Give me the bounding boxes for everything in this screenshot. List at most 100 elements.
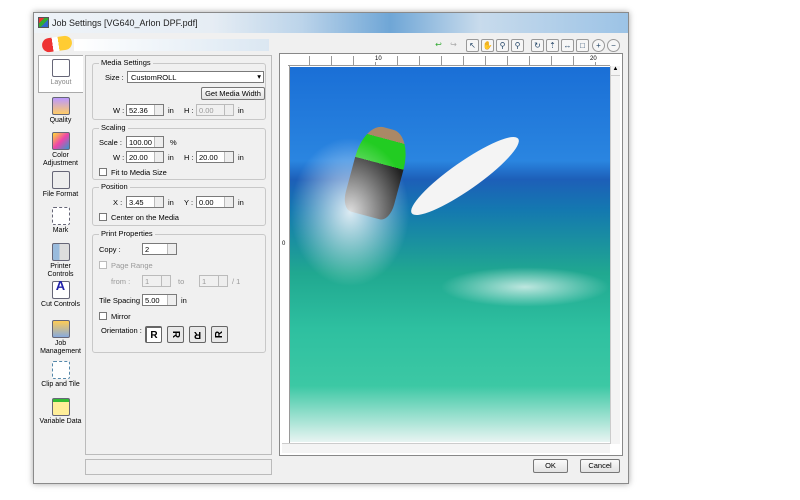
cut-controls-icon: A <box>51 279 70 299</box>
sidebar-item-mark[interactable]: Mark <box>38 207 83 235</box>
sidebar-label: Job Management <box>40 340 81 355</box>
height-label: H : <box>184 153 194 162</box>
page-range-checkbox[interactable] <box>99 261 107 269</box>
sidebar-label: Clip and Tile <box>41 381 80 388</box>
sidebar-item-printer-controls[interactable]: Printer Controls <box>38 243 83 279</box>
size-value: CustomROLL <box>131 73 177 82</box>
unit-label: in <box>181 296 187 305</box>
sidebar-item-job-management[interactable]: Job Management <box>38 320 83 356</box>
orientation-90-button[interactable]: R <box>167 326 184 343</box>
center-on-media-checkbox[interactable] <box>99 213 107 221</box>
surfboard <box>403 127 527 225</box>
y-label: Y : <box>184 198 194 207</box>
media-size-select[interactable]: CustomROLL ▾ <box>127 71 264 83</box>
position-y-input[interactable]: 0.00 <box>196 196 234 208</box>
print-properties-group: Print Properties Copy : 2 Page Range fro… <box>92 229 266 353</box>
layout-panel: Media Settings Size : CustomROLL ▾ Get Me… <box>85 55 272 455</box>
cancel-button[interactable]: Cancel <box>580 459 620 473</box>
unit-label: in <box>238 106 244 115</box>
sidebar-label: File Format <box>42 191 79 198</box>
vertical-scrollbar[interactable]: ▲ <box>610 66 620 444</box>
chevron-down-icon: ▾ <box>257 72 261 81</box>
settings-sidebar: Layout Quality Color Adjustment File For… <box>38 55 83 445</box>
media-width-input[interactable]: 52.36 <box>126 104 164 116</box>
position-x-input[interactable]: 3.45 <box>126 196 164 208</box>
fit-width-icon[interactable]: ↔ <box>561 39 574 52</box>
orientation-label: Orientation : <box>101 326 142 335</box>
left-ruler: 0 <box>282 66 290 444</box>
group-title: Scaling <box>99 123 128 132</box>
zoom-out-tool-icon[interactable]: ⚲ <box>511 39 524 52</box>
pan-hand-icon[interactable]: ✋ <box>481 39 494 52</box>
sidebar-label: Quality <box>49 117 72 124</box>
sidebar-item-cut-controls[interactable]: A Cut Controls <box>38 279 83 309</box>
preview-image-surfer[interactable] <box>290 67 610 442</box>
actual-size-icon[interactable]: □ <box>576 39 589 52</box>
scale-input[interactable]: 100.00 <box>126 136 164 148</box>
fit-page-icon[interactable]: ⇡ <box>546 39 559 52</box>
copy-input[interactable]: 2 <box>142 243 177 255</box>
undo-icon[interactable]: ↩ <box>432 39 445 52</box>
sidebar-item-quality[interactable]: Quality <box>38 97 83 125</box>
media-settings-group: Media Settings Size : CustomROLL ▾ Get Me… <box>92 58 266 120</box>
zoom-in-icon[interactable]: + <box>592 39 605 52</box>
center-label: Center on the Media <box>111 213 179 222</box>
size-label: Size : <box>105 73 124 82</box>
app-icon <box>38 17 49 28</box>
scaling-group: Scaling Scale : 100.00 % W : 20.00 in H … <box>92 123 266 180</box>
ruler-label: 20 <box>590 56 597 62</box>
x-label: X : <box>113 198 123 207</box>
ruler-label: 10 <box>375 56 382 62</box>
color-adjustment-icon <box>51 132 70 150</box>
clip-and-tile-icon <box>51 361 70 379</box>
zoom-out-icon[interactable]: − <box>607 39 620 52</box>
sidebar-item-layout[interactable]: Layout <box>38 55 83 93</box>
tile-spacing-input[interactable]: 5.00 <box>142 294 177 306</box>
redo-icon[interactable]: ↪ <box>447 39 460 52</box>
top-ruler: 10 20 <box>288 56 610 66</box>
sidebar-item-variable-data[interactable]: Variable Data <box>38 398 83 426</box>
page-range-label: Page Range <box>111 261 153 270</box>
get-media-width-button[interactable]: Get Media Width <box>201 87 265 100</box>
width-label: W : <box>113 153 125 162</box>
total-pages-label: / 1 <box>232 277 241 286</box>
ruler-label: 0 <box>282 241 286 247</box>
orientation-270-button[interactable]: R <box>211 326 228 343</box>
ok-button[interactable]: OK <box>533 459 568 473</box>
sidebar-label: Printer Controls <box>47 263 74 278</box>
preview-pane: 10 20 0 ▲ <box>279 53 623 456</box>
scale-width-input[interactable]: 20.00 <box>126 151 164 163</box>
scroll-up-icon[interactable]: ▲ <box>611 66 620 76</box>
from-input[interactable]: 1 <box>142 275 171 287</box>
group-title: Position <box>99 182 130 191</box>
status-bar <box>85 459 272 475</box>
logo-band <box>74 39 269 51</box>
printer-controls-icon <box>51 243 70 261</box>
tile-spacing-label: Tile Spacing : <box>99 296 145 305</box>
scale-label: Scale : <box>99 138 122 147</box>
zoom-in-tool-icon[interactable]: ⚲ <box>496 39 509 52</box>
pointer-icon[interactable]: ↖ <box>466 39 479 52</box>
mirror-checkbox[interactable] <box>99 312 107 320</box>
sidebar-item-file-format[interactable]: File Format <box>38 171 83 199</box>
orientation-180-button[interactable]: R <box>189 326 206 343</box>
sidebar-label: Variable Data <box>39 418 82 425</box>
sidebar-item-clip-and-tile[interactable]: Clip and Tile <box>38 361 83 389</box>
rotate-icon[interactable]: ↻ <box>531 39 544 52</box>
scale-height-input[interactable]: 20.00 <box>196 151 234 163</box>
mark-icon <box>51 207 70 225</box>
position-group: Position X : 3.45 in Y : 0.00 in Center … <box>92 182 266 226</box>
fit-to-media-checkbox[interactable] <box>99 168 107 176</box>
foam <box>440 267 610 307</box>
unit-label: in <box>238 198 244 207</box>
from-label: from : <box>111 277 131 286</box>
sidebar-item-color-adjustment[interactable]: Color Adjustment <box>38 132 83 168</box>
orientation-0-button[interactable]: R <box>145 326 162 343</box>
to-input[interactable]: 1 <box>199 275 228 287</box>
sidebar-label: Color Adjustment <box>42 152 79 167</box>
group-title: Media Settings <box>99 58 153 67</box>
layout-icon <box>52 59 70 77</box>
horizontal-scrollbar[interactable] <box>282 443 610 453</box>
media-height-input[interactable]: 0.00 <box>196 104 234 116</box>
file-format-icon <box>51 171 70 189</box>
